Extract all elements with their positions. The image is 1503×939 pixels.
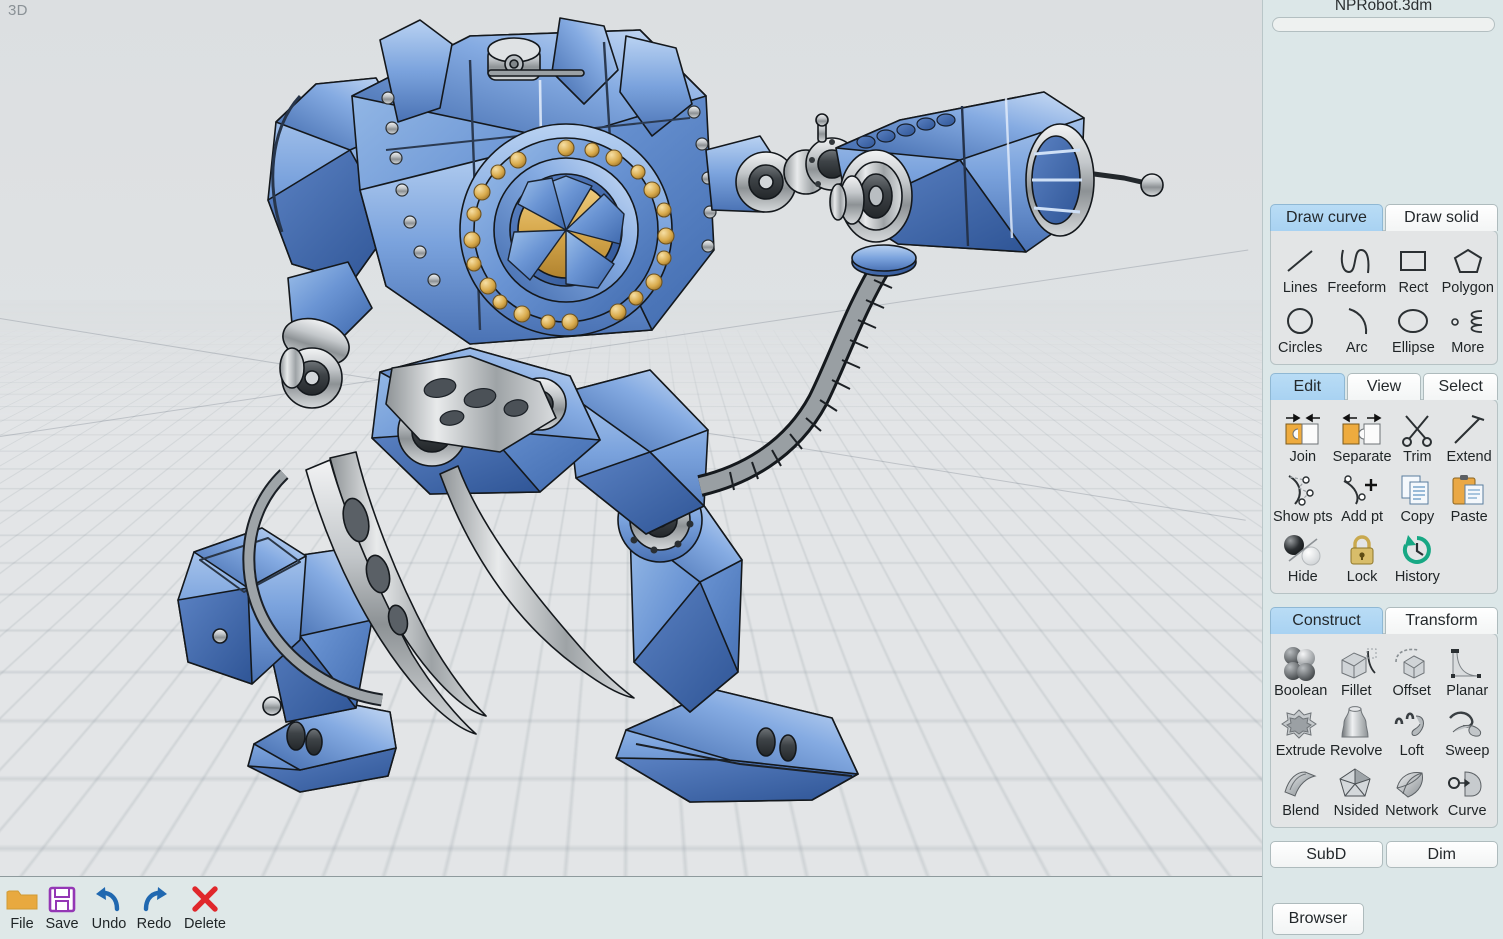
subd-button[interactable]: SubD <box>1270 841 1383 868</box>
revolve-icon <box>1334 705 1378 743</box>
edit-tools-panel: Join Separate <box>1270 399 1498 594</box>
circle-icon <box>1283 302 1317 340</box>
bottom-toolbar: File Save Undo <box>0 876 1262 939</box>
edit-tabs: Edit View Select <box>1270 373 1498 400</box>
rectangle-icon <box>1396 242 1430 280</box>
scissors-icon <box>1398 411 1436 449</box>
polygon-icon <box>1451 242 1485 280</box>
tool-loft[interactable]: Loft <box>1384 700 1440 760</box>
tool-planar[interactable]: Planar <box>1440 640 1496 700</box>
construct-tool-group: Construct Transform <box>1270 607 1498 828</box>
extrude-star-icon <box>1279 705 1323 743</box>
hide-sphere-icon <box>1281 531 1325 569</box>
show-points-icon <box>1279 471 1327 509</box>
tool-freeform[interactable]: Freeform <box>1327 237 1386 297</box>
tool-offset[interactable]: Offset <box>1384 640 1440 700</box>
blend-surface-icon <box>1279 765 1323 803</box>
tool-sweep[interactable]: Sweep <box>1440 700 1496 760</box>
draw-tool-group: Draw curve Draw solid Lines Fr <box>1270 204 1498 365</box>
tool-extend[interactable]: Extend <box>1443 406 1495 466</box>
tool-history[interactable]: History <box>1392 526 1444 586</box>
tab-construct[interactable]: Construct <box>1270 607 1383 634</box>
tool-paste[interactable]: Paste <box>1443 466 1495 526</box>
dim-button[interactable]: Dim <box>1386 841 1499 868</box>
tab-select[interactable]: Select <box>1423 373 1498 400</box>
history-clock-icon <box>1398 531 1436 569</box>
tab-draw-solid[interactable]: Draw solid <box>1385 204 1498 231</box>
floppy-disk-icon <box>47 882 77 916</box>
offset-cube-icon <box>1390 645 1434 683</box>
more-curves-icon <box>1448 302 1488 340</box>
tool-more-curves[interactable]: More <box>1441 297 1495 357</box>
tool-arc[interactable]: Arc <box>1327 297 1386 357</box>
curve-from-object-icon <box>1445 765 1489 803</box>
tool-trim[interactable]: Trim <box>1392 406 1444 466</box>
application-window: 3D <box>0 0 1503 939</box>
edit-tool-group: Edit View Select <box>1270 373 1498 594</box>
line-icon <box>1283 242 1317 280</box>
join-puzzle-icon <box>1280 411 1326 449</box>
red-x-icon <box>190 882 220 916</box>
draw-tabs: Draw curve Draw solid <box>1270 204 1498 231</box>
sweep-icon <box>1445 705 1489 743</box>
tab-view[interactable]: View <box>1347 373 1422 400</box>
tool-boolean[interactable]: Boolean <box>1273 640 1329 700</box>
delete-button[interactable]: Delete <box>181 882 229 932</box>
tab-transform[interactable]: Transform <box>1385 607 1498 634</box>
undo-arrow-icon <box>93 882 125 916</box>
ellipse-icon <box>1395 302 1431 340</box>
tab-edit[interactable]: Edit <box>1270 373 1345 400</box>
tool-blend[interactable]: Blend <box>1273 760 1329 820</box>
tool-rect[interactable]: Rect <box>1386 237 1440 297</box>
tool-curve-from-object[interactable]: Curve <box>1440 760 1496 820</box>
tool-revolve[interactable]: Revolve <box>1329 700 1385 760</box>
padlock-icon <box>1344 531 1380 569</box>
copy-pages-icon <box>1397 471 1437 509</box>
browser-button[interactable]: Browser <box>1272 903 1364 935</box>
tab-draw-curve[interactable]: Draw curve <box>1270 204 1383 231</box>
document-title: NPRobot.3dm <box>1263 0 1503 15</box>
save-button[interactable]: Save <box>38 882 86 932</box>
tool-circles[interactable]: Circles <box>1273 297 1327 357</box>
redo-button[interactable]: Redo <box>130 882 178 932</box>
fillet-cube-icon <box>1334 645 1378 683</box>
clipboard-paste-icon <box>1449 471 1489 509</box>
edit-grid-filler <box>1443 526 1495 586</box>
tool-lock[interactable]: Lock <box>1333 526 1392 586</box>
tool-copy[interactable]: Copy <box>1392 466 1444 526</box>
boolean-spheres-icon <box>1279 645 1323 683</box>
extend-line-icon <box>1450 411 1488 449</box>
arc-icon <box>1340 302 1374 340</box>
draw-tools-panel: Lines Freeform Rect <box>1270 230 1498 365</box>
3d-viewport[interactable]: 3D <box>0 0 1262 876</box>
right-tool-panel: NPRobot.3dm Draw curve Draw solid Lines <box>1262 0 1503 939</box>
folder-icon <box>5 882 39 916</box>
tool-ellipse[interactable]: Ellipse <box>1386 297 1440 357</box>
tool-nsided[interactable]: Nsided <box>1329 760 1385 820</box>
robot-model[interactable] <box>0 0 1262 876</box>
construct-tools-panel: Boolean Fillet <box>1270 633 1498 828</box>
tool-lines[interactable]: Lines <box>1273 237 1327 297</box>
network-surface-icon <box>1390 765 1434 803</box>
tool-network[interactable]: Network <box>1384 760 1440 820</box>
planar-surface-icon <box>1445 645 1489 683</box>
subd-dim-button-row: SubD Dim <box>1270 841 1498 868</box>
nsided-patch-icon <box>1334 765 1378 803</box>
tool-fillet[interactable]: Fillet <box>1329 640 1385 700</box>
tool-hide[interactable]: Hide <box>1273 526 1333 586</box>
tool-extrude[interactable]: Extrude <box>1273 700 1329 760</box>
loft-icon <box>1390 705 1434 743</box>
tool-add-pt[interactable]: Add pt <box>1333 466 1392 526</box>
tool-show-pts[interactable]: Show pts <box>1273 466 1333 526</box>
freeform-curve-icon <box>1337 242 1377 280</box>
undo-button[interactable]: Undo <box>85 882 133 932</box>
tool-separate[interactable]: Separate <box>1333 406 1392 466</box>
tool-join[interactable]: Join <box>1273 406 1333 466</box>
separate-puzzle-icon <box>1339 411 1385 449</box>
construct-tabs: Construct Transform <box>1270 607 1498 634</box>
redo-arrow-icon <box>138 882 170 916</box>
add-point-icon <box>1338 471 1386 509</box>
command-input[interactable] <box>1272 17 1495 32</box>
tool-polygon[interactable]: Polygon <box>1441 237 1495 297</box>
